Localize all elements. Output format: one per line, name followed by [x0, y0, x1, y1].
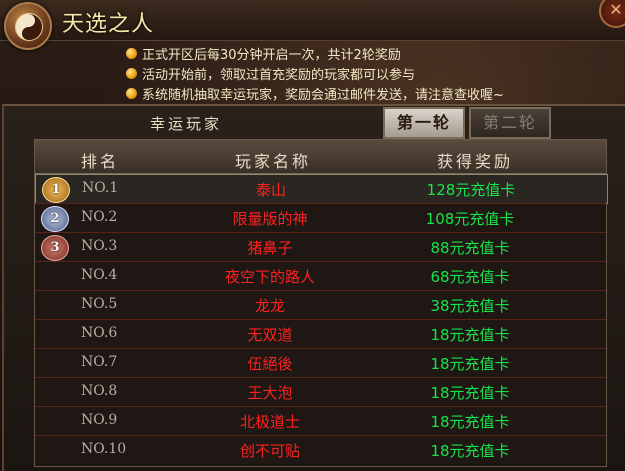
rank-cell: NO.5 [81, 296, 118, 312]
close-icon[interactable]: ✕ [599, 0, 625, 28]
rank-cell: NO.9 [81, 412, 118, 428]
rank-medal-icon: 1 [42, 177, 70, 203]
tab-round-1[interactable]: 第一轮 [383, 107, 465, 139]
table-row: 1 NO.1 泰山 128元充值卡 [35, 174, 608, 204]
player-name-cell: 无双道 [247, 326, 293, 344]
rank-cell: NO.8 [81, 383, 118, 399]
player-name-cell: 创不可贴 [239, 442, 300, 460]
reward-cell: 38元充值卡 [430, 297, 510, 315]
note-item: 活动开始前，领取过首充奖励的玩家都可以参与 [126, 63, 504, 83]
table-row: NO.4 夜空下的路人 68元充值卡 [35, 261, 606, 290]
rank-medal-icon: 2 [41, 206, 69, 232]
player-name-cell: 伍絕後 [247, 355, 293, 373]
note-text: 正式开区后每30分钟开启一次，共计2轮奖励 [142, 47, 401, 63]
table-row: NO.7 伍絕後 18元充值卡 [35, 348, 606, 377]
reward-cell: 18元充值卡 [430, 326, 510, 344]
player-name-cell: 限量版的神 [232, 210, 308, 228]
title-bar: 天选之人 ✕ [0, 0, 625, 50]
panel-label: 幸运玩家 [150, 115, 223, 133]
rank-cell: NO.4 [81, 267, 118, 283]
player-name-cell: 北极道士 [239, 413, 300, 431]
rank-cell: NO.10 [81, 441, 127, 457]
rank-cell: NO.2 [81, 209, 118, 225]
header-reward: 获得奖励 [437, 152, 514, 171]
reward-cell: 68元充值卡 [430, 268, 510, 286]
table-row: 3 NO.3 猪鼻子 88元充值卡 [35, 232, 606, 261]
reward-cell: 128元充值卡 [426, 181, 516, 199]
player-name-cell: 王大泡 [247, 384, 293, 402]
tab-round-2[interactable]: 第二轮 [469, 107, 551, 139]
note-text: 活动开始前，领取过首充奖励的玩家都可以参与 [142, 67, 416, 83]
window-frame: 天选之人 ✕ 正式开区后每30分钟开启一次，共计2轮奖励 活动开始前，领取过首充… [0, 0, 625, 471]
bullet-dot-icon [126, 67, 137, 79]
bullet-dot-icon [126, 87, 137, 99]
reward-cell: 18元充值卡 [430, 355, 510, 373]
reward-cell: 18元充值卡 [430, 442, 510, 460]
player-name-cell: 泰山 [255, 181, 286, 199]
player-name-cell: 龙龙 [254, 297, 285, 315]
table-row: NO.6 无双道 18元充值卡 [35, 319, 606, 348]
reward-cell: 18元充值卡 [430, 413, 510, 431]
rank-cell: NO.7 [81, 354, 118, 370]
note-item: 系统随机抽取幸运玩家，奖励会通过邮件发送，请注意查收喔~ [126, 83, 504, 103]
rank-cell: NO.3 [81, 238, 118, 254]
header-player: 玩家名称 [235, 152, 312, 171]
reward-cell: 88元充值卡 [430, 239, 510, 257]
table-header: 排名 玩家名称 获得奖励 [35, 140, 606, 174]
table-row: NO.5 龙龙 38元充值卡 [35, 290, 606, 319]
rank-cell: NO.6 [81, 325, 118, 341]
table-row: 2 NO.2 限量版的神 108元充值卡 [35, 203, 606, 232]
winners-table: 排名 玩家名称 获得奖励 1 NO.1 泰山 128元充值卡 2 NO.2 限量版的神 108… [34, 139, 608, 467]
rank-medal-icon: 3 [41, 235, 69, 261]
table-row: NO.8 王大泡 18元充值卡 [35, 377, 606, 406]
reward-cell: 108元充值卡 [425, 210, 515, 228]
player-name-cell: 猪鼻子 [247, 239, 293, 257]
table-row: NO.10 创不可贴 18元充值卡 [35, 435, 606, 464]
header-rank: 排名 [81, 152, 120, 171]
bullet-dot-icon [126, 47, 137, 59]
rules-notes: 正式开区后每30分钟开启一次，共计2轮奖励 活动开始前，领取过首充奖励的玩家都可… [126, 43, 504, 103]
reward-cell: 18元充值卡 [430, 384, 510, 402]
window-title: 天选之人 [62, 12, 155, 37]
note-item: 正式开区后每30分钟开启一次，共计2轮奖励 [126, 43, 504, 63]
table-row: NO.9 北极道士 18元充值卡 [35, 406, 606, 435]
player-name-cell: 夜空下的路人 [224, 268, 315, 286]
rank-cell: NO.1 [82, 180, 119, 196]
yin-yang-emblem-icon [4, 2, 52, 50]
note-text: 系统随机抽取幸运玩家，奖励会通过邮件发送，请注意查收喔~ [142, 87, 504, 103]
